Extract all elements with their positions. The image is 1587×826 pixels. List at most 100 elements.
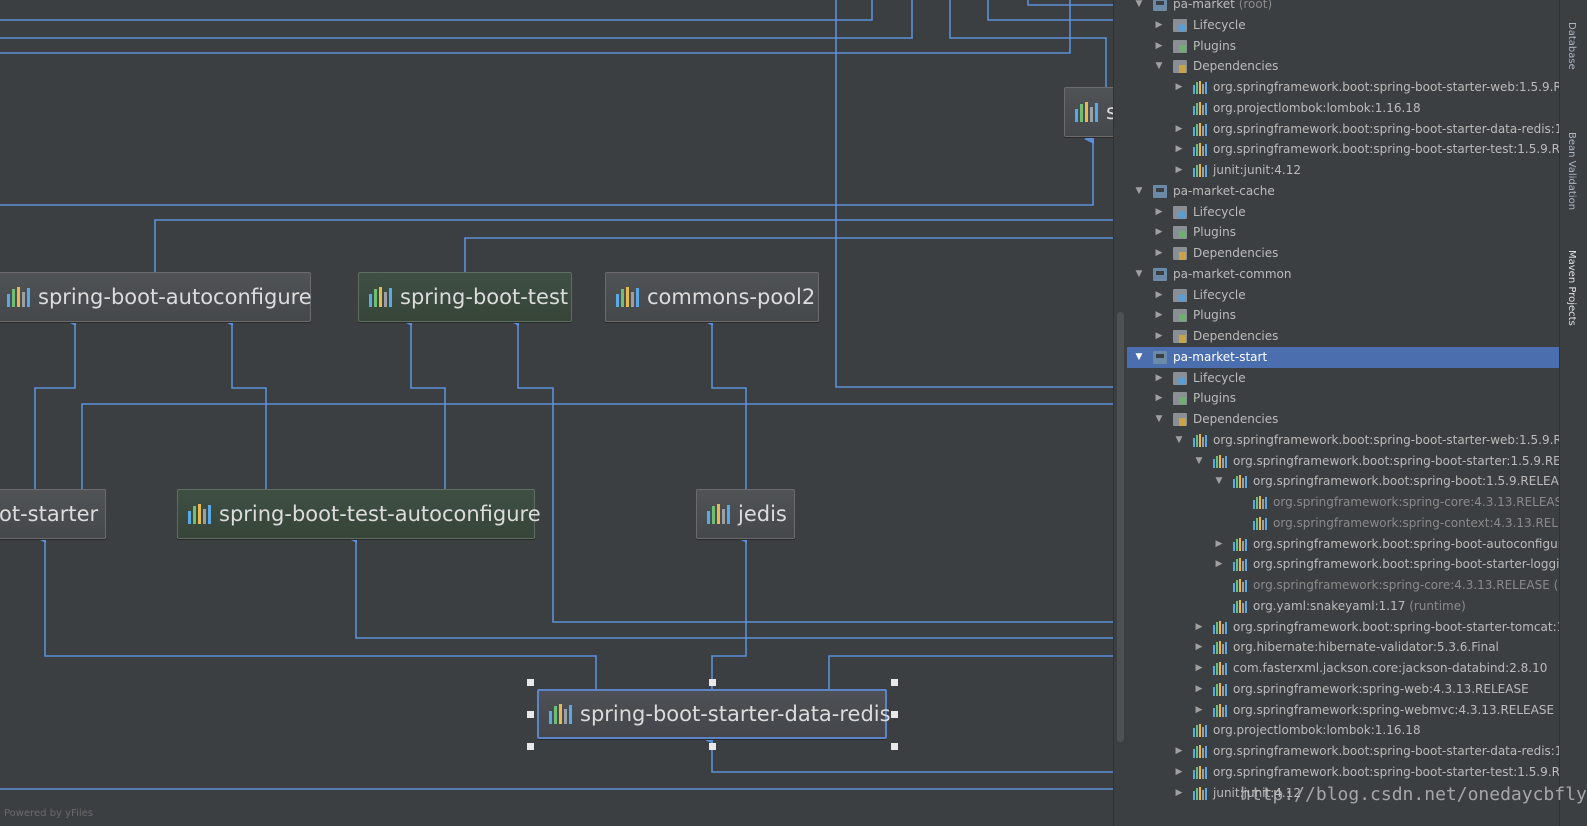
- tree-row[interactable]: org.yaml:snakeyaml:1.17 (runtime): [1127, 596, 1559, 617]
- dependencies-icon: [1173, 247, 1187, 260]
- node-spring-boot-starter-data-redis[interactable]: spring-boot-starter-data-redis: [537, 689, 891, 739]
- tree-row[interactable]: ▶ org.springframework.boot:spring-boot-st…: [1127, 119, 1559, 140]
- tab-bean-validation[interactable]: Bean Validation: [1566, 132, 1577, 210]
- tree-row[interactable]: org.springframework:spring-core:4.3.13.R…: [1127, 575, 1559, 596]
- tree-row[interactable]: ▶ org.springframework.boot:spring-boot-st…: [1127, 762, 1559, 783]
- collapse-arrow-icon[interactable]: ▶: [1153, 15, 1165, 36]
- node-spring-boot-autoconfigure[interactable]: spring-boot-autoconfigure: [0, 272, 312, 322]
- tree-row[interactable]: ▼ pa-market-common: [1127, 264, 1559, 285]
- collapse-arrow-icon[interactable]: ▶: [1193, 679, 1205, 700]
- collapse-arrow-icon[interactable]: ▶: [1193, 637, 1205, 658]
- tree-row[interactable]: ▶ Plugins: [1127, 222, 1559, 243]
- tree-row[interactable]: ▶ org.springframework.boot:spring-boot-st…: [1127, 741, 1559, 762]
- expand-arrow-icon[interactable]: ▼: [1133, 347, 1145, 368]
- tree-row[interactable]: ▶ Lifecycle: [1127, 368, 1559, 389]
- collapse-arrow-icon[interactable]: ▶: [1153, 388, 1165, 409]
- resize-handle-se[interactable]: [891, 743, 898, 750]
- collapse-arrow-icon[interactable]: ▶: [1193, 617, 1205, 638]
- collapse-arrow-icon[interactable]: ▶: [1173, 783, 1185, 804]
- expand-arrow-icon[interactable]: ▼: [1193, 451, 1205, 472]
- tree-row[interactable]: ▼ Dependencies: [1127, 409, 1559, 430]
- tree-row[interactable]: org.projectlombok:lombok:1.16.18: [1127, 720, 1559, 741]
- collapse-arrow-icon[interactable]: ▶: [1213, 534, 1225, 555]
- dependency-diagram[interactable]: ot-starter spring-boot-autoconfigure spr…: [0, 0, 1113, 826]
- tree-row[interactable]: ▼ pa-market-start: [1127, 346, 1559, 368]
- tree-row[interactable]: ▶ Dependencies: [1127, 326, 1559, 347]
- collapse-arrow-icon[interactable]: ▶: [1173, 119, 1185, 140]
- tree-row[interactable]: ▶ Plugins: [1127, 305, 1559, 326]
- tree-row[interactable]: ▶ Lifecycle: [1127, 15, 1559, 36]
- tree-row[interactable]: ▼ pa-market-cache: [1127, 181, 1559, 202]
- collapse-arrow-icon[interactable]: ▶: [1193, 658, 1205, 679]
- expand-arrow-icon[interactable]: ▼: [1173, 430, 1185, 451]
- tree-row[interactable]: ▶ Dependencies: [1127, 243, 1559, 264]
- collapse-arrow-icon[interactable]: ▶: [1173, 741, 1185, 762]
- collapse-arrow-icon[interactable]: ▶: [1153, 202, 1165, 223]
- collapse-arrow-icon[interactable]: ▶: [1153, 326, 1165, 347]
- tree-row[interactable]: ▶ Plugins: [1127, 388, 1559, 409]
- collapse-arrow-icon[interactable]: ▶: [1173, 77, 1185, 98]
- collapse-arrow-icon[interactable]: ▶: [1153, 243, 1165, 264]
- diagram-vertical-scrollbar[interactable]: [1113, 0, 1128, 826]
- tree-row[interactable]: ▼ org.springframework.boot:spring-boot:1.…: [1127, 471, 1559, 492]
- collapse-arrow-icon[interactable]: ▶: [1213, 554, 1225, 575]
- tree-row-label: Plugins: [1193, 391, 1236, 406]
- collapse-arrow-icon[interactable]: ▶: [1153, 222, 1165, 243]
- tree-row[interactable]: ▶ Lifecycle: [1127, 285, 1559, 306]
- tree-row[interactable]: ▶ org.springframework:spring-webmvc:4.3.1…: [1127, 700, 1559, 721]
- tree-row[interactable]: ▶ org.springframework.boot:spring-boot-st…: [1127, 554, 1559, 575]
- collapse-arrow-icon[interactable]: ▶: [1173, 762, 1185, 783]
- collapse-arrow-icon[interactable]: ▶: [1153, 305, 1165, 326]
- resize-handle-w[interactable]: [527, 711, 534, 718]
- tree-row[interactable]: ▶ org.hibernate:hibernate-validator:5.3.6…: [1127, 637, 1559, 658]
- tree-row[interactable]: org.springframework:spring-core:4.3.13.R…: [1127, 492, 1559, 513]
- tree-row[interactable]: ▶ org.springframework.boot:spring-boot-au…: [1127, 534, 1559, 555]
- node-commons-pool2[interactable]: commons-pool2: [605, 272, 819, 322]
- tree-row-label: Plugins: [1193, 308, 1236, 323]
- resize-handle-ne[interactable]: [891, 679, 898, 686]
- collapse-arrow-icon[interactable]: ▶: [1173, 139, 1185, 160]
- expand-arrow-icon[interactable]: ▼: [1213, 471, 1225, 492]
- tree-row[interactable]: ▶ junit:junit:4.12: [1127, 160, 1559, 181]
- tree-row[interactable]: ▶ org.springframework.boot:spring-boot-st…: [1127, 139, 1559, 160]
- tree-row[interactable]: ▼ Dependencies: [1127, 56, 1559, 77]
- expand-arrow-icon[interactable]: ▼: [1153, 409, 1165, 430]
- node-spring-boot-test[interactable]: spring-boot-test: [358, 272, 572, 322]
- resize-handle-n[interactable]: [709, 679, 716, 686]
- tab-database[interactable]: Database: [1566, 22, 1577, 70]
- scrollbar-thumb[interactable]: [1117, 312, 1124, 742]
- resize-handle-s[interactable]: [709, 743, 716, 750]
- collapse-arrow-icon[interactable]: ▶: [1153, 36, 1165, 57]
- node-jedis[interactable]: jedis: [696, 489, 795, 539]
- expand-arrow-icon[interactable]: ▼: [1133, 181, 1145, 202]
- expand-arrow-icon[interactable]: ▼: [1133, 0, 1145, 15]
- tree-row[interactable]: org.springframework:spring-context:4.3.1…: [1127, 513, 1559, 534]
- expand-arrow-icon[interactable]: ▼: [1133, 264, 1145, 285]
- tree-row[interactable]: ▶ org.springframework:spring-web:4.3.13.R…: [1127, 679, 1559, 700]
- resize-handle-nw[interactable]: [527, 679, 534, 686]
- tree-row[interactable]: org.projectlombok:lombok:1.16.18: [1127, 98, 1559, 119]
- node-spring-boot-starter[interactable]: ot-starter: [0, 489, 106, 539]
- collapse-arrow-icon[interactable]: ▶: [1153, 285, 1165, 306]
- library-icon: [1193, 786, 1207, 800]
- tree-row[interactable]: ▼ pa-market (root): [1127, 0, 1559, 15]
- maven-projects-tree[interactable]: ▼ pa-market (root) ▶ Lifecycle ▶ Plugins ▼ Depe…: [1127, 0, 1559, 826]
- expand-arrow-icon[interactable]: ▼: [1153, 56, 1165, 77]
- collapse-arrow-icon[interactable]: ▶: [1193, 700, 1205, 721]
- node-partial-top[interactable]: s: [1064, 87, 1113, 137]
- tab-maven-projects[interactable]: Maven Projects: [1566, 250, 1577, 326]
- tree-row[interactable]: ▶ Plugins: [1127, 36, 1559, 57]
- library-icon: [1253, 516, 1267, 530]
- tree-row[interactable]: ▶ com.fasterxml.jackson.core:jackson-data…: [1127, 658, 1559, 679]
- node-spring-boot-test-autoconfigure[interactable]: spring-boot-test-autoconfigure: [177, 489, 541, 539]
- tree-row[interactable]: ▶ org.springframework.boot:spring-boot-st…: [1127, 617, 1559, 638]
- library-icon: [1233, 537, 1247, 551]
- resize-handle-e[interactable]: [891, 711, 898, 718]
- tree-row[interactable]: ▼ org.springframework.boot:spring-boot-st…: [1127, 451, 1559, 472]
- tree-row[interactable]: ▶ Lifecycle: [1127, 202, 1559, 223]
- tree-row[interactable]: ▶ org.springframework.boot:spring-boot-st…: [1127, 77, 1559, 98]
- resize-handle-sw[interactable]: [527, 743, 534, 750]
- tree-row[interactable]: ▼ org.springframework.boot:spring-boot-st…: [1127, 430, 1559, 451]
- collapse-arrow-icon[interactable]: ▶: [1173, 160, 1185, 181]
- collapse-arrow-icon[interactable]: ▶: [1153, 368, 1165, 389]
